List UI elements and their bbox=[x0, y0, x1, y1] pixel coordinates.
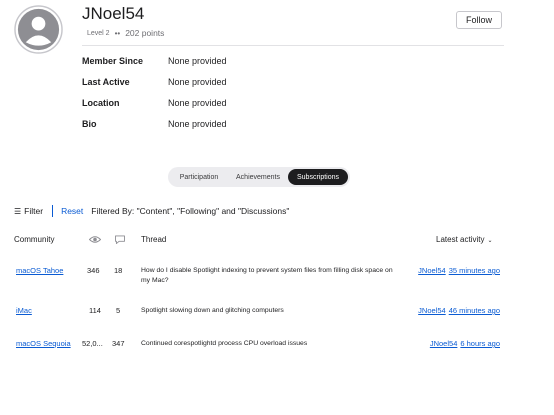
row1-time[interactable]: 35 minutes ago bbox=[449, 266, 500, 275]
header-divider bbox=[82, 45, 504, 46]
row2-replies: 5 bbox=[116, 306, 121, 315]
location-value: None provided bbox=[168, 98, 227, 108]
member-since-value: None provided bbox=[168, 56, 227, 66]
last-active-label: Last Active bbox=[82, 77, 130, 87]
community-header: Community bbox=[14, 235, 55, 244]
row2-thread[interactable]: Spotlight slowing down and glitching com… bbox=[141, 306, 403, 316]
row1-community[interactable]: macOS Tahoe bbox=[16, 266, 63, 275]
last-active-value: None provided bbox=[168, 77, 227, 87]
level-chevrons-icon: •• bbox=[114, 28, 121, 38]
row2-activity: JNoel54 46 minutes ago bbox=[415, 306, 500, 315]
latest-activity-sort[interactable]: Latest activity ⌄ bbox=[436, 235, 493, 244]
bio-value: None provided bbox=[168, 119, 227, 129]
member-since-label: Member Since bbox=[82, 56, 144, 66]
row1-thread[interactable]: How do I disable Spotlight indexing to p… bbox=[141, 266, 403, 285]
reset-link[interactable]: Reset bbox=[61, 206, 83, 216]
location-label: Location bbox=[82, 98, 120, 108]
row3-time[interactable]: 6 hours ago bbox=[460, 339, 500, 348]
row3-views: 52,0... bbox=[82, 339, 103, 348]
tab-participation[interactable]: Participation bbox=[170, 169, 228, 185]
follow-button[interactable]: Follow bbox=[456, 11, 502, 29]
row3-user[interactable]: JNoel54 bbox=[430, 339, 458, 348]
row3-community[interactable]: macOS Sequoia bbox=[16, 339, 71, 348]
bio-label: Bio bbox=[82, 119, 97, 129]
thread-header: Thread bbox=[141, 235, 167, 244]
avatar bbox=[14, 5, 63, 54]
chevron-down-icon: ⌄ bbox=[487, 238, 493, 244]
row2-user[interactable]: JNoel54 bbox=[418, 306, 446, 315]
row3-thread[interactable]: Continued corespotlightd process CPU ove… bbox=[141, 339, 403, 349]
row1-views: 346 bbox=[87, 266, 100, 275]
row2-community[interactable]: iMac bbox=[16, 306, 32, 315]
row3-replies: 347 bbox=[112, 339, 125, 348]
row1-user[interactable]: JNoel54 bbox=[418, 266, 446, 275]
filter-button[interactable]: Filter bbox=[24, 206, 43, 216]
tab-subscriptions[interactable]: Subscriptions bbox=[288, 169, 348, 185]
username: JNoel54 bbox=[82, 4, 145, 23]
points-label: 202 points bbox=[125, 28, 165, 38]
speech-bubble-icon bbox=[115, 235, 125, 244]
latest-activity-header: Latest activity bbox=[436, 235, 485, 244]
row1-replies: 18 bbox=[114, 266, 123, 275]
profile-tabs: Participation Achievements Subscriptions bbox=[168, 167, 350, 187]
level-points-row: Level 2 •• 202 points bbox=[87, 27, 164, 39]
filter-bar: ☰ Filter Reset Filtered By: "Content", "… bbox=[14, 205, 289, 217]
row3-activity: JNoel54 6 hours ago bbox=[427, 339, 500, 348]
row1-activity: JNoel54 35 minutes ago bbox=[415, 266, 500, 275]
row2-time[interactable]: 46 minutes ago bbox=[449, 306, 500, 315]
filter-divider bbox=[52, 205, 54, 217]
filtered-by-text: Filtered By: "Content", "Following" and … bbox=[91, 206, 290, 216]
tab-achievements[interactable]: Achievements bbox=[228, 169, 288, 185]
filter-icon[interactable]: ☰ bbox=[14, 207, 21, 216]
eye-icon bbox=[89, 236, 101, 243]
level-label: Level 2 bbox=[87, 29, 110, 37]
row2-views: 114 bbox=[89, 306, 101, 315]
